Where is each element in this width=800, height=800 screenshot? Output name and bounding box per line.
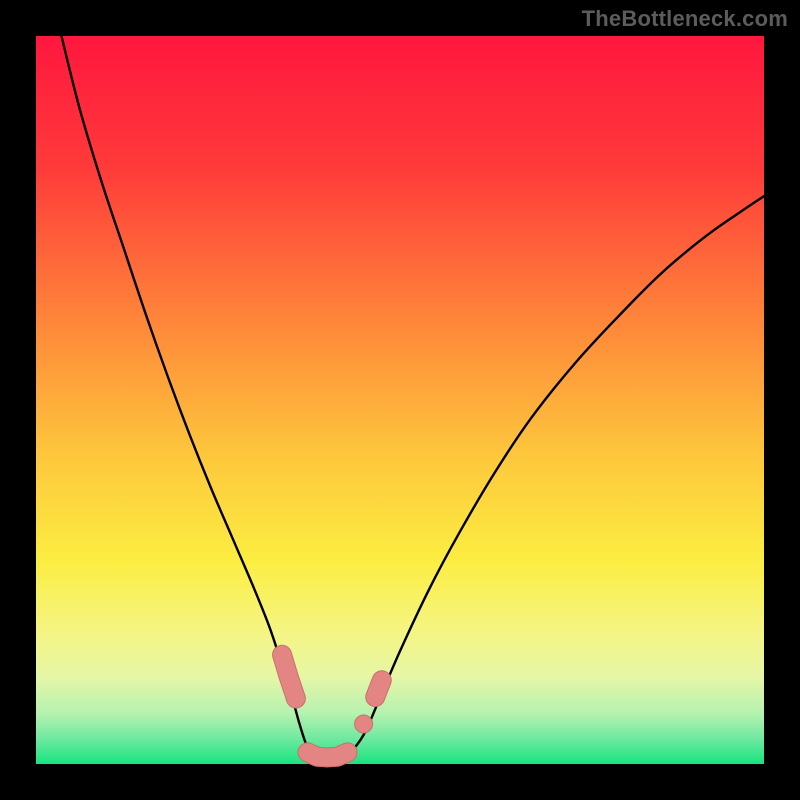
watermark-label: TheBottleneck.com xyxy=(582,6,788,32)
marker-right-node-lower xyxy=(355,715,373,733)
marker-bottom-bridge xyxy=(308,752,348,757)
plot-background xyxy=(36,36,764,764)
chart-frame: TheBottleneck.com xyxy=(0,0,800,800)
bottleneck-chart xyxy=(0,0,800,800)
marker-right-node-upper xyxy=(375,680,382,697)
